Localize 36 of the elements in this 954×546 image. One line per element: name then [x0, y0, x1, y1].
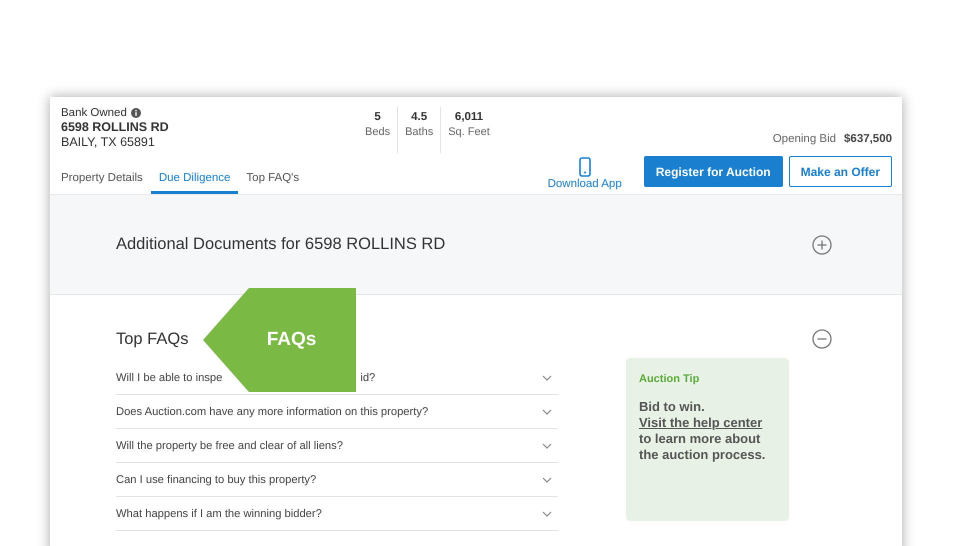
faq-item[interactable]: What happens if I am the winning bidder?: [116, 497, 558, 531]
opening-bid-value: $637,500: [844, 133, 892, 145]
faq-item[interactable]: Does Auction.com have any more information on this property?: [116, 395, 558, 429]
faq-question: Does Auction.com have any more information on this property?: [116, 406, 428, 418]
section-title: Top FAQs: [116, 330, 188, 348]
download-app-button[interactable]: Download App: [548, 157, 622, 190]
tip-text: Bid to win. Visit the help center to learn more about the auction process.: [639, 399, 766, 462]
stat-label: Baths: [405, 126, 434, 138]
faq-question: Will I be able to inspe: [116, 372, 222, 384]
stat-value: 4.5: [411, 111, 428, 123]
register-button[interactable]: Register for Auction: [644, 156, 783, 187]
expand-icon[interactable]: [812, 234, 832, 254]
section-title: Additional Documents for 6598 ROLLINS RD: [116, 235, 446, 254]
property-city: BAILY, TX 65891: [61, 135, 156, 149]
info-icon[interactable]: [130, 108, 141, 118]
faq-question: Will the property be free and clear of all liens?: [116, 440, 343, 452]
stat-label: Beds: [365, 126, 390, 138]
listing-status: Bank Owned: [61, 107, 127, 119]
offer-button[interactable]: Make an Offer: [788, 156, 892, 187]
tab[interactable]: Property Details: [53, 166, 151, 194]
stat-label: Sq. Feet: [448, 126, 490, 138]
faq-item[interactable]: Will the property be free and clear of all liens?: [116, 429, 558, 463]
faq-question: id?: [360, 372, 376, 384]
phone-icon: [578, 157, 591, 177]
tip-title: Auction Tip: [639, 373, 700, 385]
tab[interactable]: Top FAQ's: [238, 166, 308, 194]
faq-item[interactable]: Can I use financing to buy this property?: [116, 463, 558, 497]
faq-question: What happens if I am the winning bidder?: [116, 508, 322, 520]
property-address: 6598 ROLLINS RD: [61, 120, 170, 134]
help-center-link[interactable]: Visit the help center: [639, 414, 762, 430]
opening-bid-label: Opening Bid: [772, 133, 836, 145]
stat-value: 6,011: [454, 111, 484, 123]
collapse-icon[interactable]: [812, 329, 832, 349]
stat-value: 5: [374, 111, 381, 123]
faq-question: Can I use financing to buy this property?: [116, 474, 316, 486]
callout-label: FAQs: [266, 329, 316, 351]
